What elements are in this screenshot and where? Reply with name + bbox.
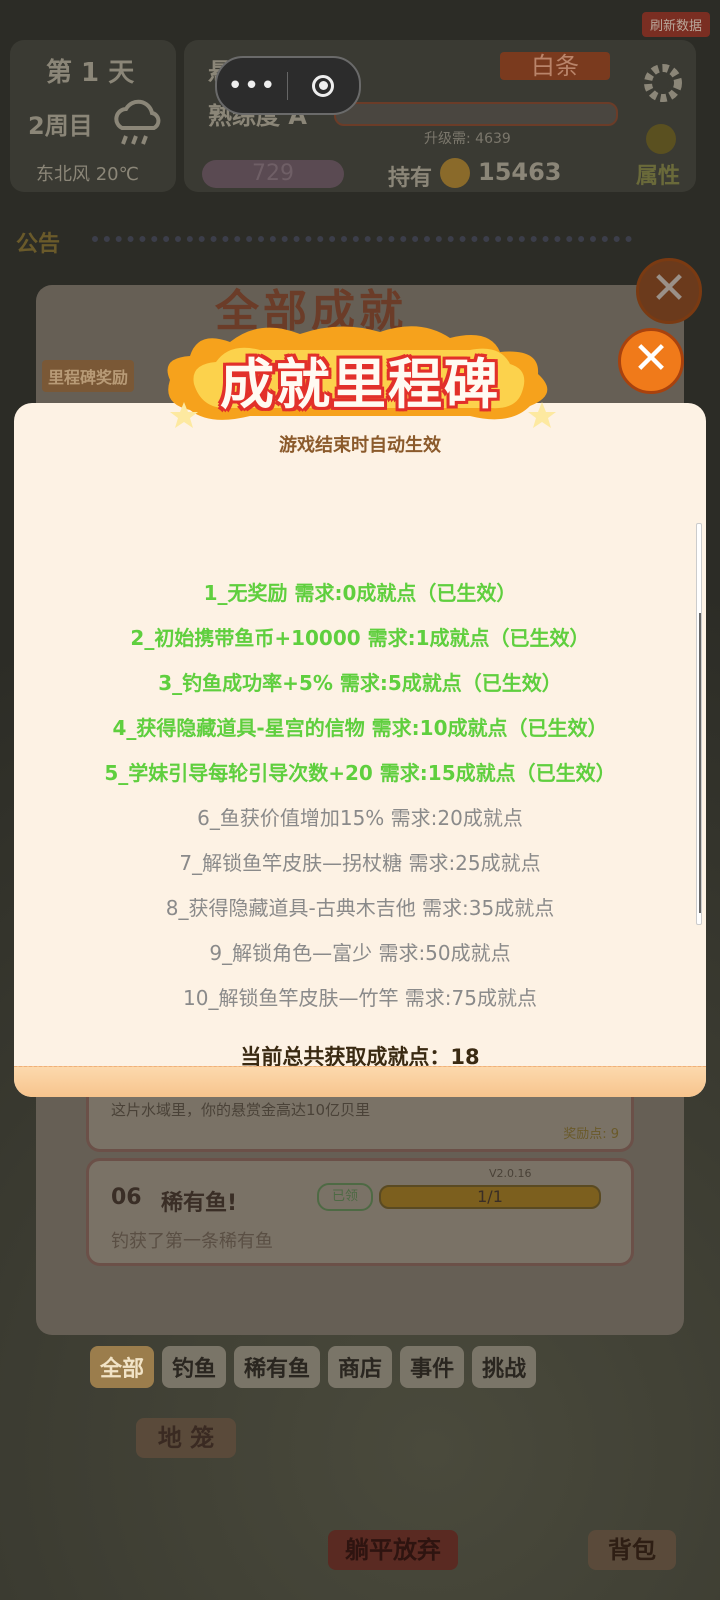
milestone-item: 3_钓鱼成功率+5% 需求:5成就点（已生效） <box>158 671 562 695</box>
hearts-counter: 729 <box>202 160 344 188</box>
milestone-item: 2_初始携带鱼币+10000 需求:1成就点（已生效） <box>130 626 590 650</box>
give-up-button[interactable]: 躺平放弃 <box>328 1530 458 1570</box>
achievements-close-button[interactable]: ✕ <box>636 258 702 324</box>
milestone-reward-button[interactable]: 里程碑奖励 <box>42 360 135 392</box>
holdings-label: 持有 <box>388 166 433 191</box>
category-tabs: 全部 钓鱼 稀有鱼 商店 事件 挑战 <box>90 1346 537 1388</box>
achievement-title: 稀有鱼! <box>161 1191 238 1216</box>
claimed-badge: 已领 <box>317 1183 373 1211</box>
close-miniprogram-icon[interactable] <box>288 74 358 97</box>
achievement-number: 06 <box>111 1185 142 1210</box>
tab-events[interactable]: 事件 <box>400 1346 465 1388</box>
progress-track <box>92 236 632 244</box>
weather-text: 东北风 20℃ <box>36 164 139 185</box>
achievement-progress-bar: 1/1 <box>379 1185 601 1209</box>
milestone-item: 10_解锁鱼竿皮肤—竹竿 需求:75成就点 <box>183 986 537 1010</box>
notice-label[interactable]: 公告 <box>16 226 60 258</box>
cycle-counter: 2周目 <box>28 112 93 140</box>
proficiency-bar <box>334 102 618 126</box>
coin-icon <box>440 158 470 188</box>
miniprogram-capsule: ••• <box>215 56 361 115</box>
tab-shop[interactable]: 商店 <box>328 1346 393 1388</box>
version-text: V2.0.16 <box>489 1167 532 1180</box>
more-options-icon[interactable]: ••• <box>217 73 287 99</box>
reward-points: 奖励点: 9 <box>563 1127 619 1142</box>
milestone-item: 9_解锁角色—富少 需求:50成就点 <box>209 941 511 965</box>
achievement-card: 06 稀有鱼! V2.0.16 已领 1/1 钓获了第一条稀有鱼 <box>86 1158 634 1266</box>
milestone-item: 6_鱼获价值增加15% 需求:20成就点 <box>197 806 523 830</box>
milestone-item: 8_获得隐藏道具-古典木吉他 需求:35成就点 <box>165 896 555 920</box>
day-counter: 第 1 天 <box>46 58 135 88</box>
tab-fishing[interactable]: 钓鱼 <box>162 1346 227 1388</box>
cage-button[interactable]: 地 笼 <box>136 1418 236 1458</box>
modal-close-button[interactable]: ✕ <box>618 328 684 394</box>
tab-rare-fish[interactable]: 稀有鱼 <box>234 1346 321 1388</box>
gear-icon[interactable] <box>638 58 688 112</box>
user-icon[interactable] <box>646 124 676 154</box>
milestone-item: 1_无奖励 需求:0成就点（已生效） <box>203 581 517 605</box>
milestone-item: 4_获得隐藏道具-星宫的信物 需求:10成就点（已生效） <box>112 716 608 740</box>
rain-cloud-icon <box>110 98 166 154</box>
modal-subtitle: 游戏结束时自动生效 <box>279 435 441 456</box>
modal-title: 成就里程碑 <box>220 353 500 416</box>
day-weather-panel: 第 1 天 2周目 东北风 20℃ <box>10 40 176 192</box>
upgrade-need-text: 升级需: 4639 <box>424 131 511 147</box>
tab-all[interactable]: 全部 <box>90 1346 155 1388</box>
coin-count: 15463 <box>478 158 562 186</box>
achievement-desc: 这片水域里，你的悬赏金高达10亿贝里 <box>111 1101 371 1119</box>
milestone-item: 5_学妹引导每轮引导次数+20 需求:15成就点（已生效） <box>104 761 616 785</box>
fish-name: 白条 <box>500 52 610 80</box>
refresh-data-button[interactable]: 刷新数据 <box>641 12 710 37</box>
bag-button[interactable]: 背包 <box>588 1530 676 1570</box>
modal-footer-strip <box>14 1066 706 1097</box>
milestone-item: 7_解锁鱼竿皮肤—拐杖糖 需求:25成就点 <box>179 851 541 875</box>
milestone-list: 1_无奖励 需求:0成就点（已生效） 2_初始携带鱼币+10000 需求:1成就点… <box>14 571 706 1021</box>
attributes-label[interactable]: 属性 <box>636 158 680 190</box>
scrollbar-thumb[interactable] <box>699 613 701 913</box>
milestone-modal: 游戏结束时自动生效 1_无奖励 需求:0成就点（已生效） 2_初始携带鱼币+100… <box>14 403 706 1097</box>
tab-challenge[interactable]: 挑战 <box>472 1346 537 1388</box>
achievement-desc: 钓获了第一条稀有鱼 <box>111 1231 273 1252</box>
